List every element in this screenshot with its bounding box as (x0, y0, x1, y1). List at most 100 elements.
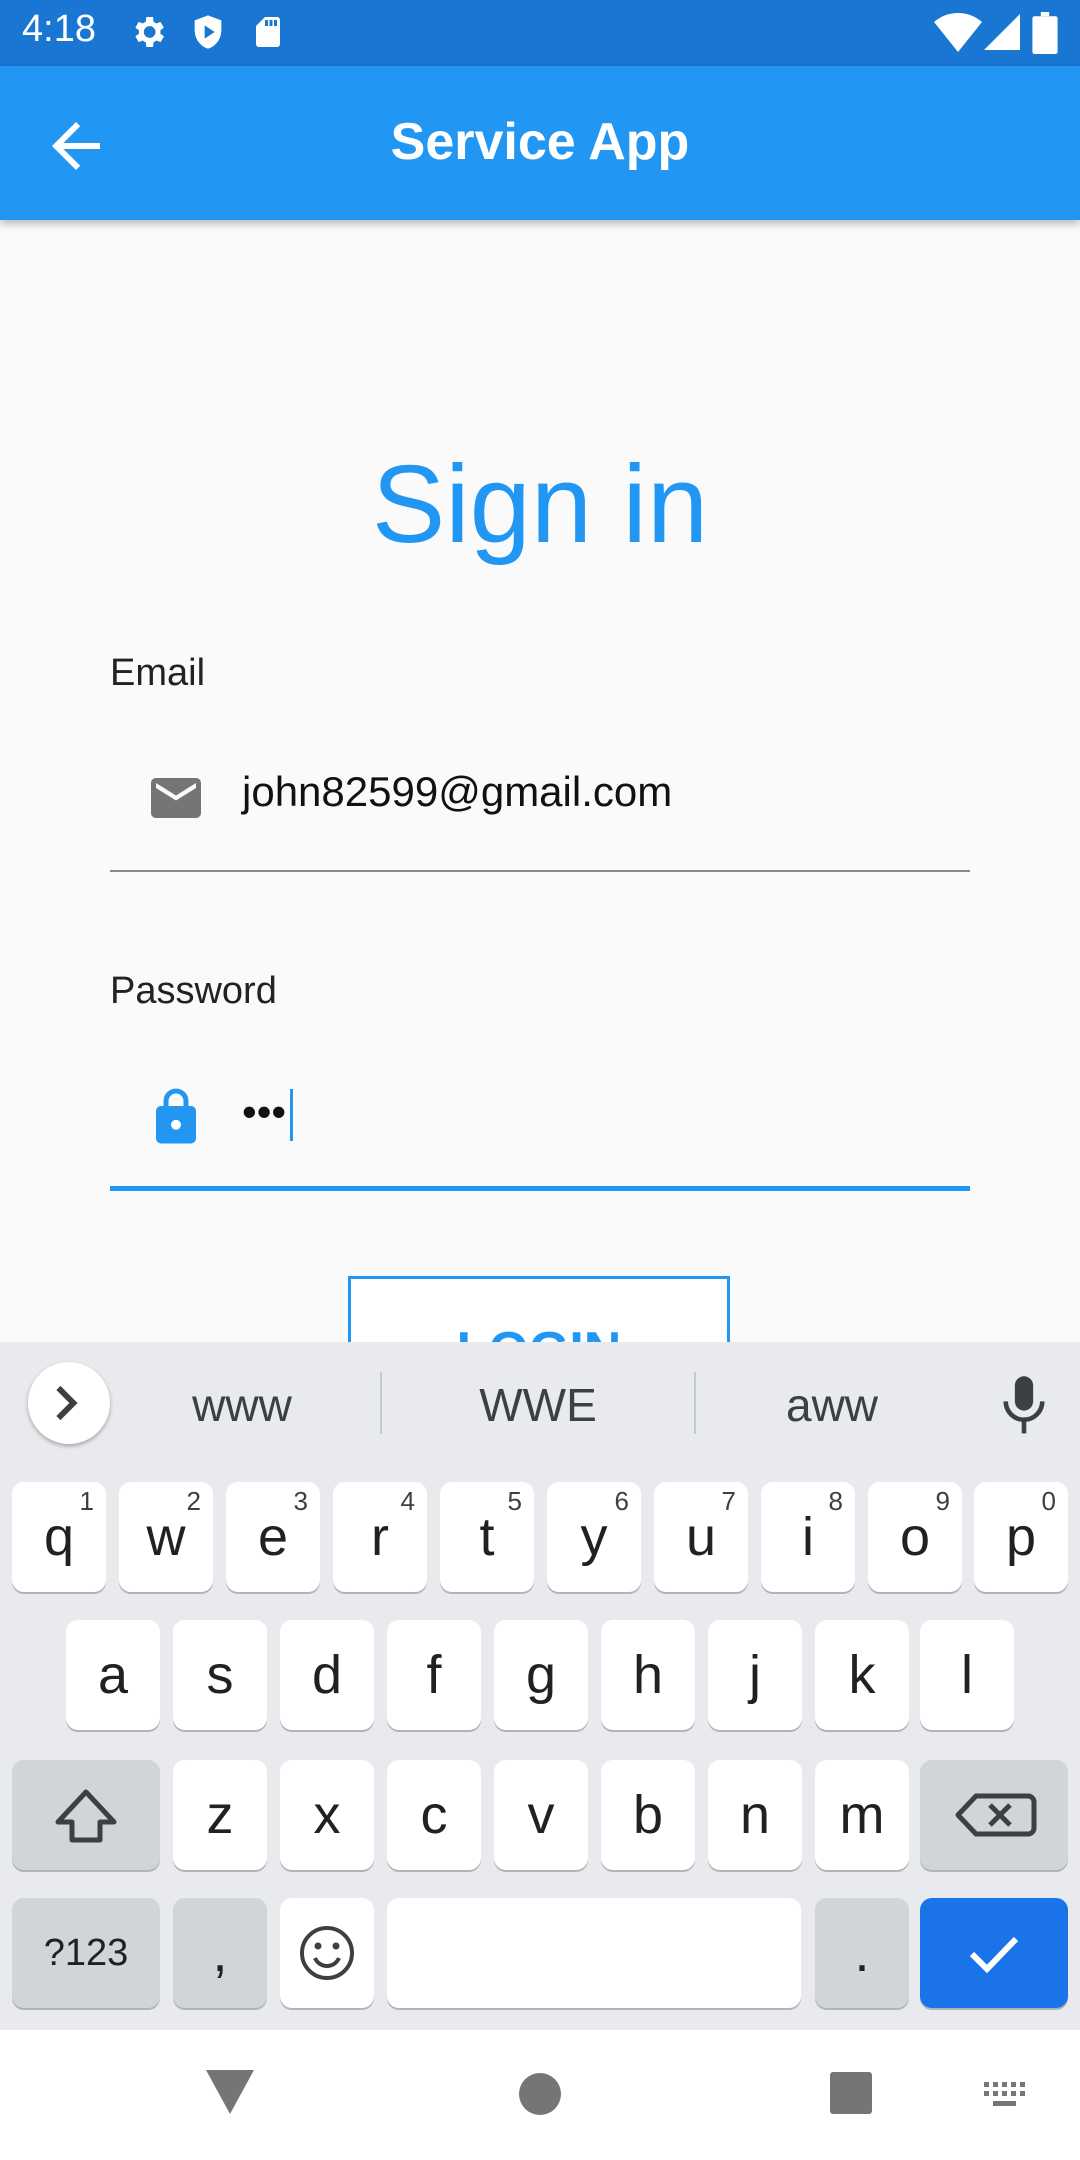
password-dots: ••• (242, 1088, 287, 1135)
back-triangle-icon[interactable] (204, 2068, 256, 2116)
app-title: Service App (390, 113, 690, 171)
email-underline (110, 870, 970, 872)
suggestion-1[interactable]: www (122, 1378, 362, 1432)
suggestions-expand-button[interactable] (28, 1362, 110, 1444)
key-v[interactable]: v (494, 1760, 588, 1870)
key-n[interactable]: n (708, 1760, 802, 1870)
email-field[interactable]: john82599@gmail.com (110, 760, 970, 840)
shift-icon (55, 1789, 117, 1843)
password-value: ••• (242, 1088, 294, 1141)
chevron-right-icon (56, 1385, 78, 1421)
text-caret (290, 1088, 294, 1141)
key-hint: 7 (721, 1486, 736, 1516)
app-bar: Service App (0, 66, 1080, 220)
email-value: john82599@gmail.com (242, 768, 673, 815)
key-g[interactable]: g (494, 1620, 588, 1730)
comma-key[interactable]: , (173, 1898, 267, 2008)
key-f[interactable]: f (387, 1620, 481, 1730)
key-label: v (527, 1785, 555, 1845)
key-x[interactable]: x (280, 1760, 374, 1870)
login-button[interactable]: LOGIN (348, 1276, 730, 1349)
emoji-key[interactable] (280, 1898, 374, 2008)
microphone-icon[interactable] (996, 1374, 1052, 1438)
shield-icon (194, 15, 222, 49)
key-i[interactable]: i8 (761, 1482, 855, 1592)
period-key[interactable]: . (815, 1898, 909, 2008)
key-h[interactable]: h (601, 1620, 695, 1730)
symbols-key[interactable]: ?123 (12, 1898, 160, 2008)
key-hint: 6 (614, 1486, 629, 1516)
keyboard-switch-icon[interactable] (982, 2080, 1030, 2110)
key-label: a (97, 1645, 129, 1705)
key-hint: 8 (828, 1486, 843, 1516)
key-a[interactable]: a (66, 1620, 160, 1730)
key-c[interactable]: c (387, 1760, 481, 1870)
key-label: k (848, 1645, 876, 1705)
key-label: i (802, 1507, 814, 1567)
key-label: f (426, 1645, 442, 1705)
key-p[interactable]: p0 (974, 1482, 1068, 1592)
sd-card-icon (256, 17, 280, 47)
keyboard: www WWE aww q1 w2 e3 r4 t5 y6 u7 i8 o9 p… (0, 1342, 1080, 2030)
key-label: c (420, 1785, 448, 1845)
key-label: d (311, 1645, 343, 1705)
key-q[interactable]: q1 (12, 1482, 106, 1592)
key-e[interactable]: e3 (226, 1482, 320, 1592)
key-label: e (257, 1507, 289, 1567)
signal-icon (984, 14, 1020, 50)
battery-icon (1032, 12, 1058, 54)
done-key[interactable] (920, 1898, 1068, 2008)
key-t[interactable]: t5 (440, 1482, 534, 1592)
key-label: m (839, 1785, 885, 1845)
key-label: z (206, 1785, 234, 1845)
key-label: j (749, 1645, 761, 1705)
key-label: x (313, 1785, 341, 1845)
key-l[interactable]: l (920, 1620, 1014, 1730)
key-w[interactable]: w2 (119, 1482, 213, 1592)
key-hint: 5 (507, 1486, 522, 1516)
key-m[interactable]: m (815, 1760, 909, 1870)
shift-key[interactable] (12, 1760, 160, 1870)
recents-square-icon[interactable] (828, 2070, 874, 2116)
key-s[interactable]: s (173, 1620, 267, 1730)
key-label: , (212, 1923, 228, 1983)
backspace-key[interactable] (920, 1760, 1068, 1870)
key-j[interactable]: j (708, 1620, 802, 1730)
suggestion-2[interactable]: WWE (418, 1378, 658, 1432)
key-b[interactable]: b (601, 1760, 695, 1870)
key-label: g (525, 1645, 557, 1705)
space-key[interactable] (387, 1898, 801, 2008)
key-hint: 4 (400, 1486, 415, 1516)
key-label: y (580, 1507, 608, 1567)
password-field[interactable]: ••• (110, 1080, 970, 1160)
suggestion-divider (380, 1372, 382, 1434)
key-o[interactable]: o9 (868, 1482, 962, 1592)
key-hint: 9 (935, 1486, 950, 1516)
key-k[interactable]: k (815, 1620, 909, 1730)
mail-icon (151, 778, 201, 818)
status-time: 4:18 (22, 8, 96, 50)
key-hint: 0 (1041, 1486, 1056, 1516)
navigation-bar (0, 2030, 1080, 2160)
suggestion-divider (694, 1372, 696, 1434)
gear-icon (135, 17, 164, 47)
key-r[interactable]: r4 (333, 1482, 427, 1592)
key-u[interactable]: u7 (654, 1482, 748, 1592)
key-label: s (206, 1645, 234, 1705)
key-label: q (43, 1507, 75, 1567)
key-y[interactable]: y6 (547, 1482, 641, 1592)
key-label: r (371, 1507, 389, 1567)
key-d[interactable]: d (280, 1620, 374, 1730)
home-circle-icon[interactable] (516, 2070, 564, 2118)
key-hint: 1 (79, 1486, 94, 1516)
key-label: u (685, 1507, 717, 1567)
status-bar: 4:18 (0, 0, 1080, 66)
key-label: p (1005, 1507, 1037, 1567)
checkmark-icon (969, 1936, 1019, 1974)
key-z[interactable]: z (173, 1760, 267, 1870)
smiley-icon (300, 1926, 354, 1980)
suggestion-3[interactable]: aww (712, 1378, 952, 1432)
key-label: ?123 (43, 1932, 129, 1974)
wifi-icon (934, 13, 982, 52)
password-label: Password (110, 970, 277, 1012)
